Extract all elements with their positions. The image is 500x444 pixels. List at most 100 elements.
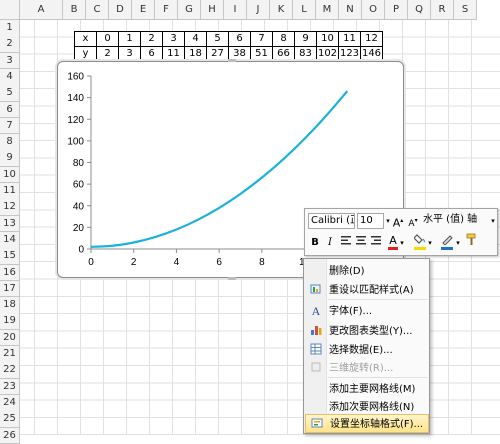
row-header-24[interactable]: 24 — [0, 395, 20, 412]
column-header-R[interactable]: R — [431, 0, 454, 20]
chart-element-selector[interactable]: 水平 (值) 轴 — [421, 213, 497, 229]
table-cell-x[interactable]: 2 — [141, 32, 163, 47]
row-header-7[interactable]: 7 — [0, 118, 20, 135]
row-header-1[interactable]: 1 — [0, 20, 20, 37]
row-header-20[interactable]: 20 — [0, 330, 20, 347]
table-cell-y[interactable]: 83 — [295, 47, 317, 62]
table-cell-x[interactable]: 10 — [317, 32, 339, 47]
table-cell-x[interactable]: 6 — [229, 32, 251, 47]
column-header-C[interactable]: C — [86, 0, 109, 20]
column-header-K[interactable]: K — [270, 0, 293, 20]
row-header-9[interactable]: 9 — [0, 150, 20, 167]
chart-element-dropdown-icon[interactable]: ▾ — [489, 213, 497, 229]
row-header-10[interactable]: 10 — [0, 167, 20, 184]
column-header-J[interactable]: J — [247, 0, 270, 20]
column-header-L[interactable]: L — [293, 0, 316, 20]
row-header-4[interactable]: 4 — [0, 69, 20, 86]
column-header-M[interactable]: M — [316, 0, 339, 20]
column-header-G[interactable]: G — [178, 0, 201, 20]
column-header-A[interactable]: A — [20, 0, 63, 20]
row-header-14[interactable]: 14 — [0, 232, 20, 249]
font-color-dropdown-icon[interactable]: ▾ — [399, 235, 405, 251]
table-cell-y[interactable]: 66 — [273, 47, 295, 62]
column-header-Q[interactable]: Q — [408, 0, 431, 20]
table-cell-y[interactable]: 51 — [251, 47, 273, 62]
font-name-box[interactable]: Calibri (正 — [308, 213, 355, 229]
shrink-font-button[interactable]: A▾ — [406, 213, 420, 229]
table-cell-x[interactable]: 4 — [185, 32, 207, 47]
table-cell-y[interactable]: 18 — [185, 47, 207, 62]
table-cell-x[interactable]: 11 — [339, 32, 361, 47]
menu-item-0[interactable]: 删除(D) — [305, 262, 429, 281]
align-right-button[interactable] — [369, 235, 383, 251]
column-header-B[interactable]: B — [63, 0, 86, 20]
row-header-23[interactable]: 23 — [0, 379, 20, 396]
table-cell-y[interactable]: 11 — [163, 47, 185, 62]
column-header-H[interactable]: H — [201, 0, 224, 20]
row-header-18[interactable]: 18 — [0, 297, 20, 314]
row-header-12[interactable]: 12 — [0, 199, 20, 216]
fill-color-dropdown-icon[interactable]: ▾ — [427, 235, 433, 251]
row-header-15[interactable]: 15 — [0, 248, 20, 265]
row-header-21[interactable]: 21 — [0, 346, 20, 363]
font-size-box[interactable]: 10 — [357, 213, 384, 229]
row-header-5[interactable]: 5 — [0, 85, 20, 102]
menu-item-1[interactable]: 重设以匹配样式(A) — [305, 281, 429, 300]
row-header-3[interactable]: 3 — [0, 53, 20, 70]
chart-resize-handle-bottom[interactable] — [228, 277, 236, 280]
table-cell-y[interactable]: 102 — [317, 47, 339, 62]
table-cell-y[interactable]: 3 — [119, 47, 141, 62]
table-cell-x[interactable]: 9 — [295, 32, 317, 47]
column-header-F[interactable]: F — [155, 0, 178, 20]
row-header-19[interactable]: 19 — [0, 313, 20, 330]
row-header-26[interactable]: 26 — [0, 428, 20, 444]
italic-button[interactable]: I — [323, 235, 337, 251]
column-header-S[interactable]: S — [454, 0, 477, 20]
column-header-P[interactable]: P — [385, 0, 408, 20]
select-all-corner[interactable] — [0, 0, 20, 20]
row-header-17[interactable]: 17 — [0, 281, 20, 298]
row-header-6[interactable]: 6 — [0, 102, 20, 119]
menu-item-4[interactable]: 选择数据(E)... — [305, 341, 429, 360]
table-cell-x[interactable]: 8 — [273, 32, 295, 47]
menu-item-2[interactable]: A字体(F)... — [305, 302, 429, 321]
column-header-O[interactable]: O — [362, 0, 385, 20]
table-cell-y[interactable]: 146 — [361, 47, 383, 62]
table-cell-x[interactable]: 3 — [163, 32, 185, 47]
column-header-D[interactable]: D — [109, 0, 132, 20]
column-header-N[interactable]: N — [339, 0, 362, 20]
table-cell-y[interactable]: 2 — [97, 47, 119, 62]
table-cell-y[interactable]: 123 — [339, 47, 361, 62]
table-header-x[interactable]: x — [75, 32, 97, 47]
row-header-22[interactable]: 22 — [0, 362, 20, 379]
table-cell-x[interactable]: 5 — [207, 32, 229, 47]
row-header-11[interactable]: 11 — [0, 183, 20, 200]
menu-item-8[interactable]: 设置坐标轴格式(F)... — [305, 414, 429, 433]
column-header-E[interactable]: E — [132, 0, 155, 20]
menu-item-3[interactable]: 更改图表类型(Y)... — [305, 322, 429, 341]
row-header-16[interactable]: 16 — [0, 265, 20, 282]
table-header-y[interactable]: y — [75, 47, 97, 62]
table-cell-y[interactable]: 6 — [141, 47, 163, 62]
align-center-button[interactable] — [354, 235, 368, 251]
align-left-button[interactable] — [339, 235, 353, 251]
grow-font-button[interactable]: A▴ — [391, 213, 405, 229]
table-cell-x[interactable]: 12 — [361, 32, 383, 47]
line-color-dropdown-icon[interactable]: ▾ — [455, 235, 461, 251]
row-header-13[interactable]: 13 — [0, 216, 20, 233]
table-cell-x[interactable]: 7 — [251, 32, 273, 47]
table-cell-x[interactable]: 0 — [97, 32, 119, 47]
fill-color-button[interactable] — [413, 233, 427, 249]
line-color-button[interactable] — [440, 233, 454, 249]
table-cell-y[interactable]: 27 — [207, 47, 229, 62]
menu-item-6[interactable]: 添加主要网格线(M) — [305, 380, 429, 399]
row-header-2[interactable]: 2 — [0, 36, 20, 53]
format-painter-button[interactable] — [465, 233, 479, 249]
y-tick-label: 80 — [73, 158, 85, 169]
column-header-I[interactable]: I — [224, 0, 247, 20]
table-cell-x[interactable]: 1 — [119, 32, 141, 47]
row-header-8[interactable]: 8 — [0, 134, 20, 151]
row-header-25[interactable]: 25 — [0, 411, 20, 428]
bold-button[interactable]: B — [308, 235, 322, 251]
font-color-button[interactable]: A — [386, 233, 400, 249]
